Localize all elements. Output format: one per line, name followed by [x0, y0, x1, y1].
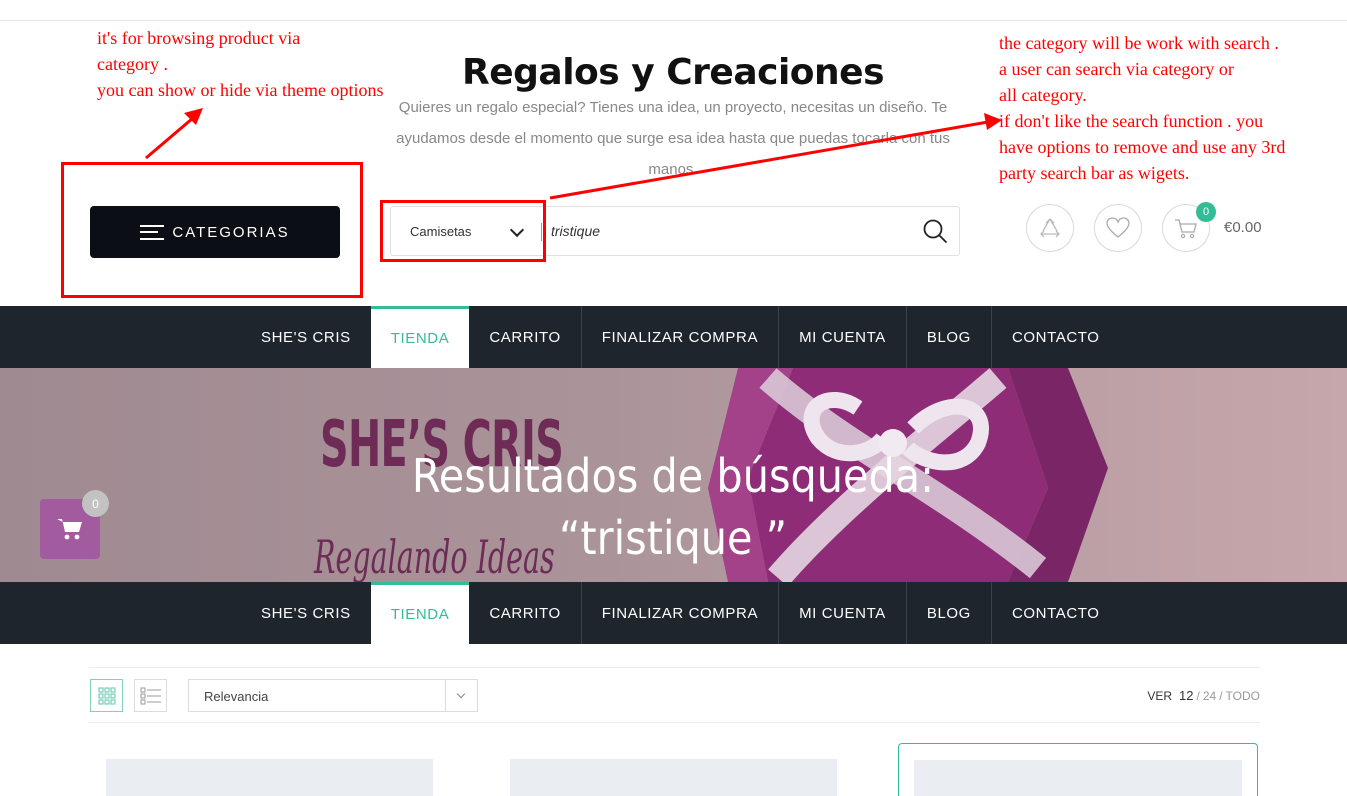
- annotation-line: the category will be work with search .: [999, 33, 1279, 53]
- arrow-line-left: [145, 116, 194, 160]
- nav-item-blog[interactable]: BLOG: [907, 306, 992, 368]
- grid-icon: [98, 687, 115, 704]
- nav-item-tienda[interactable]: TIENDA: [370, 582, 470, 644]
- annotation-line: have options to remove and use any 3rd: [999, 137, 1286, 157]
- nav-item-finalizar-compra[interactable]: FINALIZAR COMPRA: [582, 582, 780, 644]
- sort-divider: [445, 680, 446, 711]
- annotation-line: you can show or hide via theme options: [97, 80, 384, 100]
- chevron-down-icon: [456, 689, 466, 699]
- per-page-separator: /: [1219, 689, 1223, 703]
- recycle-icon: [1040, 218, 1060, 238]
- list-icon: [140, 687, 161, 704]
- cart-icon: [57, 519, 82, 540]
- product-image-placeholder[interactable]: [510, 759, 837, 796]
- search-input[interactable]: [551, 207, 911, 255]
- shop-toolbar: Relevancia VER 12 / 24 / TODO: [89, 667, 1260, 723]
- annotation-highlight-category-select: [380, 200, 546, 262]
- annotation-line: if don't like the search function . you: [999, 111, 1264, 131]
- search-icon[interactable]: [922, 218, 948, 244]
- cart-count-badge: 0: [1196, 202, 1216, 222]
- sort-value: Relevancia: [204, 689, 269, 704]
- nav-item-blog[interactable]: BLOG: [907, 582, 992, 644]
- list-view-button[interactable]: [134, 679, 167, 712]
- wishlist-button[interactable]: [1094, 204, 1142, 252]
- annotation-line: a user can search via category or: [999, 59, 1234, 79]
- annotation-highlight-categories: [61, 162, 363, 298]
- annotation-right: the category will be work with search . …: [999, 30, 1285, 186]
- nav-item-tienda[interactable]: TIENDA: [370, 306, 470, 368]
- per-page-selector: VER 12 / 24 / TODO: [1147, 688, 1260, 703]
- compare-button[interactable]: [1026, 204, 1074, 252]
- product-image-placeholder[interactable]: [106, 759, 433, 796]
- nav-item-carrito[interactable]: CARRITO: [469, 306, 582, 368]
- per-page-option-all[interactable]: TODO: [1226, 689, 1260, 703]
- annotation-line: all category.: [999, 85, 1087, 105]
- nav-item-shes-cris[interactable]: SHE'S CRIS: [241, 306, 371, 368]
- nav-item-carrito[interactable]: CARRITO: [469, 582, 582, 644]
- arrow-head-left: [184, 108, 203, 125]
- floating-cart-count-badge: 0: [82, 490, 109, 517]
- annotation-left: it's for browsing product via category .…: [97, 25, 383, 103]
- product-card[interactable]: [898, 743, 1258, 796]
- cart-total[interactable]: €0.00: [1224, 219, 1262, 236]
- nav-item-contacto[interactable]: CONTACTO: [992, 582, 1120, 644]
- site-tagline: Quieres un regalo especial? Tienes una i…: [396, 99, 950, 178]
- search-results-title: Resultados de búsqueda: “tristique ”: [403, 445, 943, 569]
- nav-item-contacto[interactable]: CONTACTO: [992, 306, 1120, 368]
- main-nav: SHE'S CRIS TIENDA CARRITO FINALIZAR COMP…: [0, 306, 1347, 368]
- site-title[interactable]: Regalos y Creaciones: [423, 52, 923, 93]
- per-page-separator: /: [1196, 689, 1200, 703]
- annotation-line: category .: [97, 54, 168, 74]
- product-image-placeholder[interactable]: [914, 760, 1242, 796]
- grid-view-button[interactable]: [90, 679, 123, 712]
- per-page-option-12[interactable]: 12: [1179, 688, 1193, 703]
- per-page-option-24[interactable]: 24: [1203, 689, 1216, 703]
- sticky-nav: SHE'S CRIS TIENDA CARRITO FINALIZAR COMP…: [0, 582, 1347, 644]
- product-card[interactable]: [106, 743, 433, 796]
- cart-icon: [1175, 219, 1197, 239]
- sort-select[interactable]: Relevancia: [188, 679, 478, 712]
- nav-item-shes-cris[interactable]: SHE'S CRIS: [241, 582, 371, 644]
- search-results-hero: SHE’S CRIS Regalando Ideas Resultados de…: [0, 368, 1347, 582]
- search-results-title-line: Resultados de búsqueda:: [411, 449, 935, 503]
- per-page-label: VER: [1147, 689, 1173, 703]
- top-bar: [0, 0, 1347, 21]
- heart-icon: [1106, 217, 1130, 238]
- nav-item-mi-cuenta[interactable]: MI CUENTA: [779, 306, 907, 368]
- product-card[interactable]: [510, 743, 837, 796]
- annotation-line: it's for browsing product via: [97, 28, 301, 48]
- search-query-title: “tristique ”: [558, 511, 788, 565]
- annotation-line: party search bar as wigets.: [999, 163, 1190, 183]
- nav-item-mi-cuenta[interactable]: MI CUENTA: [779, 582, 907, 644]
- nav-item-finalizar-compra[interactable]: FINALIZAR COMPRA: [582, 306, 780, 368]
